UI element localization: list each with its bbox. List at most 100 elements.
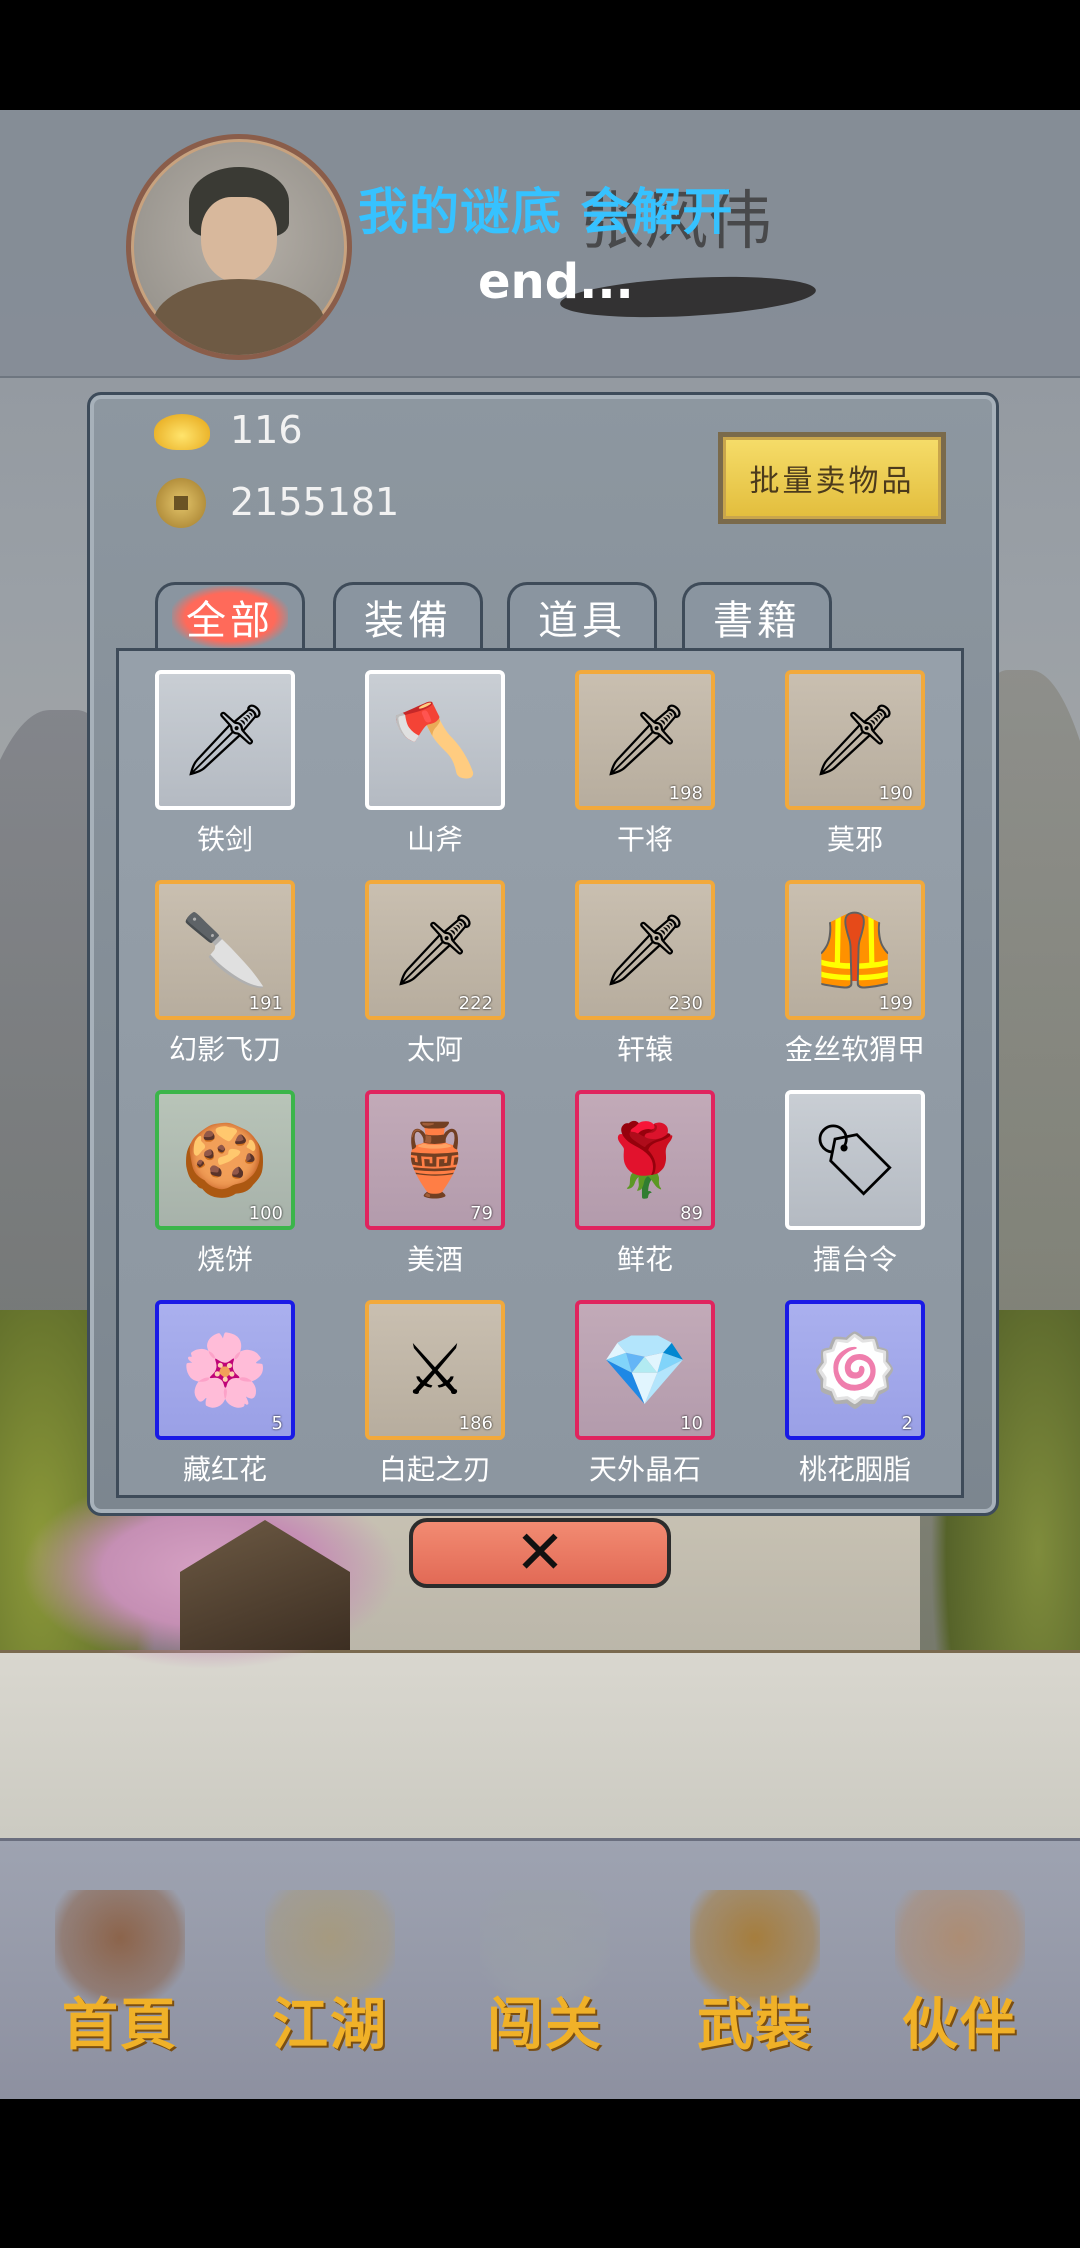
item-slot[interactable]: 🌸 5: [155, 1300, 295, 1440]
item-name: 干将: [616, 823, 673, 856]
ingot-amount: 116: [230, 408, 303, 452]
item-slot[interactable]: 🏷: [785, 1090, 925, 1230]
overlay-title: 我的谜底 会解开: [358, 183, 734, 241]
coin-amount: 2155181: [230, 480, 400, 524]
item-count: 222: [458, 993, 493, 1014]
nav-crossed-swords[interactable]: 闯关: [470, 1880, 620, 2060]
knife-icon: 🔪: [181, 909, 269, 991]
inventory-item[interactable]: 🍪 100 烧饼: [155, 1090, 295, 1300]
item-count: 198: [668, 783, 703, 804]
item-count: 89: [680, 1203, 703, 1224]
tab-2[interactable]: 道具: [507, 582, 657, 648]
item-count: 79: [470, 1203, 493, 1224]
rouge-icon: 🍥: [811, 1329, 899, 1411]
tab-3[interactable]: 書籍: [682, 582, 832, 648]
item-name: 太阿: [406, 1033, 463, 1066]
item-slot[interactable]: ⚔ 186: [365, 1300, 505, 1440]
item-name: 莫邪: [826, 823, 883, 856]
blade-icon: ⚔: [403, 1329, 467, 1411]
item-slot[interactable]: 💎 10: [575, 1300, 715, 1440]
sword-icon: 🗡: [600, 699, 690, 781]
item-name: 山斧: [406, 823, 463, 856]
armor-icon: 🦺: [811, 909, 899, 991]
nav-scroll[interactable]: 江湖: [255, 1880, 405, 2060]
item-slot[interactable]: 🗡: [155, 670, 295, 810]
item-count: 100: [248, 1203, 283, 1224]
item-count: 5: [271, 1413, 283, 1434]
item-slot[interactable]: 🪓: [365, 670, 505, 810]
item-slot[interactable]: 🏺 79: [365, 1090, 505, 1230]
nav-armor[interactable]: 武裝: [680, 1880, 830, 2060]
item-count: 191: [248, 993, 283, 1014]
player-avatar[interactable]: [126, 134, 352, 360]
sword-icon: 🗡: [810, 699, 900, 781]
inventory-item[interactable]: 🗡 222 太阿: [365, 880, 505, 1090]
item-count: 2: [901, 1413, 913, 1434]
item-count: 190: [878, 783, 913, 804]
inventory-item[interactable]: 🏺 79 美酒: [365, 1090, 505, 1300]
nav-label: 闯关: [487, 1992, 603, 2058]
item-name: 鲜花: [616, 1243, 673, 1276]
inventory-item[interactable]: 🌸 5 藏红花: [155, 1300, 295, 1510]
gold-ingot-icon: [154, 414, 210, 450]
tab-label: 道具: [538, 597, 626, 644]
sell-all-button[interactable]: 批量卖物品: [718, 432, 946, 524]
overlay-subtitle: end...: [478, 254, 634, 310]
inventory-item[interactable]: 🪓 山斧: [365, 670, 505, 880]
inventory-item[interactable]: 🗡 铁剑: [155, 670, 295, 880]
inventory-item[interactable]: 🗡 230 轩辕: [575, 880, 715, 1090]
tab-1[interactable]: 装備: [333, 582, 483, 648]
inventory-item[interactable]: 🍥 2 桃花胭脂: [785, 1300, 925, 1510]
sword-icon: 🗡: [180, 699, 270, 781]
copper-coin-icon: [156, 478, 206, 528]
item-name: 轩辕: [616, 1033, 673, 1066]
flower-icon: 🌸: [181, 1329, 269, 1411]
inventory-item[interactable]: 🔪 191 幻影飞刀: [155, 880, 295, 1090]
item-slot[interactable]: 🗡 198: [575, 670, 715, 810]
item-name: 金丝软猬甲: [784, 1033, 925, 1066]
token-icon: 🏷: [810, 1119, 900, 1201]
item-slot[interactable]: 🍥 2: [785, 1300, 925, 1440]
nav-label: 伙伴: [902, 1992, 1018, 2058]
inventory-item[interactable]: 🗡 190 莫邪: [785, 670, 925, 880]
item-slot[interactable]: 🔪 191: [155, 880, 295, 1020]
nav-partners[interactable]: 伙伴: [885, 1880, 1035, 2060]
bread-icon: 🍪: [181, 1119, 269, 1201]
sword-icon: 🗡: [600, 909, 690, 991]
item-name: 擂台令: [812, 1243, 897, 1276]
axe-icon: 🪓: [391, 699, 479, 781]
item-name: 天外晶石: [588, 1453, 701, 1486]
item-name: 白起之刃: [378, 1453, 491, 1486]
close-button[interactable]: ✕: [409, 1518, 671, 1588]
item-count: 199: [878, 993, 913, 1014]
tab-label: 装備: [364, 597, 452, 644]
inventory-item[interactable]: 🗡 198 干将: [575, 670, 715, 880]
sword-icon: 🗡: [390, 909, 480, 991]
item-name: 藏红花: [182, 1453, 267, 1486]
inventory-item[interactable]: 🦺 199 金丝软猬甲: [785, 880, 925, 1090]
item-slot[interactable]: 🗡 230: [575, 880, 715, 1020]
item-count: 186: [458, 1413, 493, 1434]
tab-label: 全部: [172, 585, 288, 648]
item-name: 幻影飞刀: [168, 1033, 281, 1066]
wine-jar-icon: 🏺: [391, 1119, 479, 1201]
item-slot[interactable]: 🍪 100: [155, 1090, 295, 1230]
inventory-item[interactable]: ⚔ 186 白起之刃: [365, 1300, 505, 1510]
item-slot[interactable]: 🌹 89: [575, 1090, 715, 1230]
nav-home[interactable]: 首頁: [45, 1880, 195, 2060]
inventory-item[interactable]: 🌹 89 鲜花: [575, 1090, 715, 1300]
item-slot[interactable]: 🗡 222: [365, 880, 505, 1020]
inventory-item[interactable]: 🏷 擂台令: [785, 1090, 925, 1300]
tab-label: 書籍: [713, 597, 801, 644]
item-slot[interactable]: 🗡 190: [785, 670, 925, 810]
crystal-icon: 💎: [601, 1329, 689, 1411]
tab-0[interactable]: 全部: [155, 582, 305, 648]
inventory-item[interactable]: 💎 10 天外晶石: [575, 1300, 715, 1510]
item-count: 10: [680, 1413, 703, 1434]
item-name: 铁剑: [196, 823, 253, 856]
item-slot[interactable]: 🦺 199: [785, 880, 925, 1020]
rose-icon: 🌹: [601, 1119, 689, 1201]
item-name: 桃花胭脂: [798, 1453, 911, 1486]
nav-label: 首頁: [62, 1992, 178, 2058]
item-name: 烧饼: [196, 1243, 253, 1276]
